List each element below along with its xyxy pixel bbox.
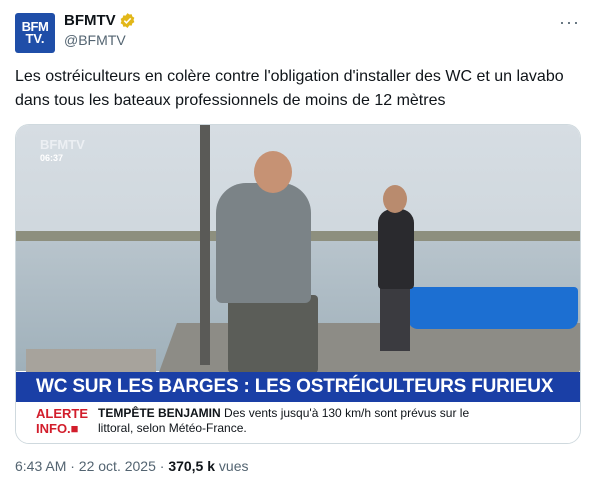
scene-crate [26,349,156,373]
scene-man-legs [228,295,318,373]
scene-boat [408,287,578,329]
alert-label: ALERTE INFO.■ [36,406,88,436]
scene-woman-body [378,209,414,289]
channel-logo: BFMTV [40,137,85,152]
alert-label-line2: INFO.■ [36,421,79,436]
verified-badge-icon [120,13,135,28]
alert-title: TEMPÊTE BENJAMIN [98,406,221,420]
tweet-meta: 6:43 AM · 22 oct. 2025 · 370,5 k vues [15,458,249,474]
scene-man-head [254,151,292,193]
avatar-text-bottom: TV. [25,31,45,46]
scene-pole [200,125,210,365]
alert-message: TEMPÊTE BENJAMIN Des vents jusqu'à 130 k… [98,406,478,436]
views-label: vues [218,458,249,474]
tweet-timestamp[interactable]: 6:43 AM · 22 oct. 2025 · [15,458,164,474]
views-count: 370,5 k [168,458,216,474]
tweet-text: Les ostréiculteurs en colère contre l'ob… [15,68,564,109]
video-thumbnail[interactable]: BFMTV 06:37 WC SUR LES BARGES : LES OSTR… [15,124,581,444]
author-name[interactable]: BFMTV [64,12,116,29]
more-options-icon[interactable]: ··· [559,12,580,33]
scene-woman-legs [380,285,410,351]
news-ticker: ALERTE INFO.■ TEMPÊTE BENJAMIN Des vents… [16,402,580,443]
alert-label-line1: ALERTE [36,406,88,421]
scene-woman-head [383,185,407,213]
video-clock: 06:37 [40,153,64,163]
avatar[interactable]: BFM TV. [15,13,55,53]
scene-man-body [216,183,311,303]
author-handle[interactable]: @BFMTV [64,32,126,48]
author-name-row: BFMTV [64,12,136,29]
news-banner: WC SUR LES BARGES : LES OSTRÉICULTEURS F… [16,372,580,402]
